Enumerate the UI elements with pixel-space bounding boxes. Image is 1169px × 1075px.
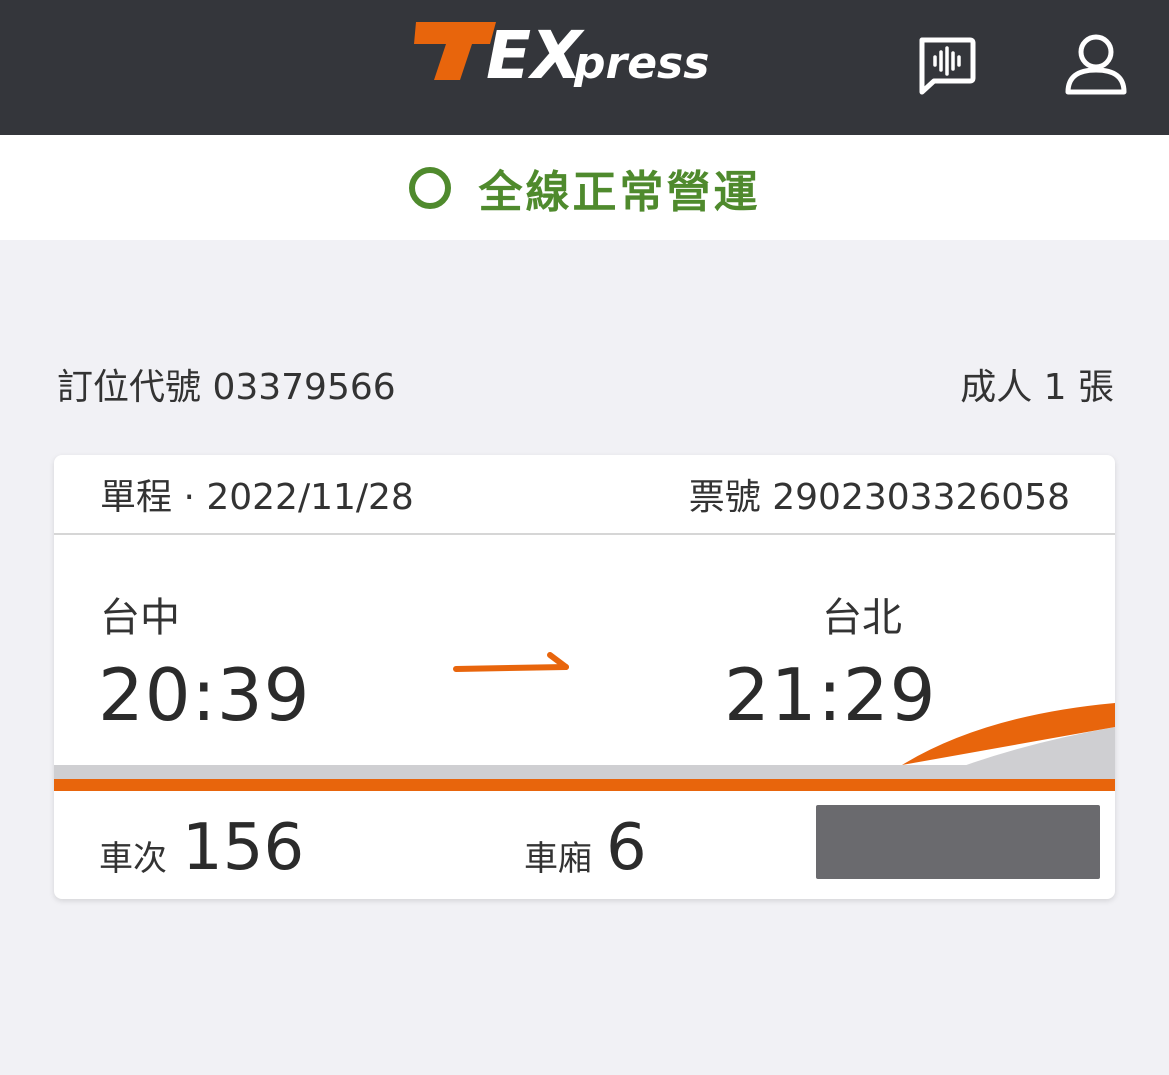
- trip-type-date: 單程 · 2022/11/28: [100, 477, 414, 518]
- passenger-count: 成人 1 張: [960, 367, 1114, 408]
- voice-message-icon: [919, 37, 976, 95]
- status-ok-icon: [408, 166, 451, 209]
- service-status-bar: 全線正常營運: [0, 135, 1169, 240]
- arrival-station: 台北: [822, 595, 902, 641]
- voice-message-button[interactable]: [908, 30, 984, 102]
- texpress-logo: EX press: [414, 17, 709, 92]
- top-bar: EX press: [0, 0, 1169, 135]
- train-number: 156: [182, 811, 305, 885]
- ticket-card-header: 單程 · 2022/11/28 票號 2902303326058: [54, 455, 1115, 533]
- ticket-details-row: 車次 156 車廂 6: [54, 795, 1115, 899]
- ticket-number: 票號 2902303326058: [688, 477, 1070, 518]
- user-profile-button[interactable]: [1058, 28, 1134, 100]
- user-profile-icon: [1065, 34, 1127, 95]
- service-status-text: 全線正常營運: [478, 166, 761, 218]
- train-stripe-graphic: [54, 703, 1115, 791]
- direction-arrow-icon: [453, 652, 569, 672]
- booking-code: 訂位代號 03379566: [57, 367, 396, 408]
- car-number-label: 車廂: [524, 839, 592, 879]
- redacted-seat-info: [816, 805, 1100, 879]
- train-number-label: 車次: [99, 839, 167, 879]
- booking-summary: 訂位代號 03379566 成人 1 張: [57, 358, 1114, 410]
- ticket-card[interactable]: 單程 · 2022/11/28 票號 2902303326058 台中 20:3…: [54, 455, 1115, 899]
- departure-station: 台中: [100, 595, 180, 641]
- svg-text:EX: EX: [486, 17, 585, 92]
- svg-text:press: press: [573, 38, 709, 89]
- divider: [54, 533, 1115, 535]
- car-number: 6: [606, 811, 647, 885]
